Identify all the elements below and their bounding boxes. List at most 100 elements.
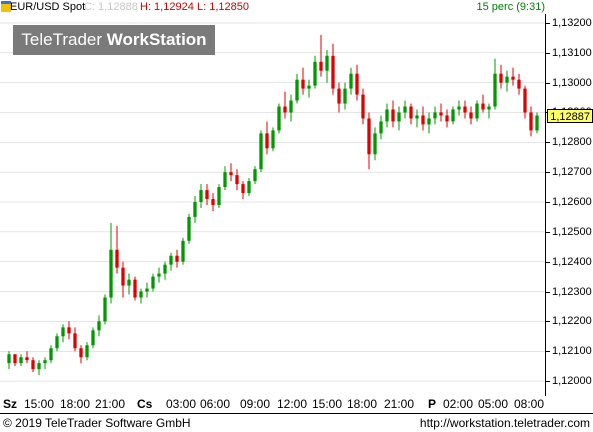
symbol-name[interactable]: EUR/USD Spot [10,0,85,14]
candle-body [385,109,389,122]
candle-body [37,363,41,370]
candle-body [271,130,275,149]
candle [439,103,443,122]
candle-body [25,357,29,361]
candle [421,106,425,131]
candle-body [469,112,473,119]
candle [349,67,353,95]
candle [37,360,41,376]
price-tick [546,52,550,54]
candle-body [511,76,515,80]
price-label: 1,12200 [552,315,592,328]
time-axis-label: 06:00 [200,397,231,411]
time-axis-label: 12:00 [277,397,308,411]
candle-body [427,118,431,125]
candle [271,127,275,152]
candle [7,351,11,370]
price-label: 1,12100 [552,345,592,358]
candle [109,222,113,304]
candle-body [517,79,521,89]
candle [259,130,263,173]
candle-body [277,106,281,131]
candle-body [163,264,167,274]
candle [457,100,461,116]
candle-body [229,172,233,176]
candle [373,127,377,161]
candle-body [373,133,377,155]
chart-plot-area[interactable] [0,14,546,396]
candle [535,112,539,134]
candle-body [349,73,353,89]
candle [511,67,515,86]
time-axis-label: 18:00 [347,397,378,411]
candle [145,282,149,298]
candle-body [457,106,461,110]
candle-body [13,354,17,364]
close-price-label: C: 1,12888 [84,1,138,13]
candle [91,327,95,349]
candle [319,34,323,77]
candle-body [49,348,53,361]
time-axis[interactable]: Sz 15:00 18:00 21:00 Cs 03:00 06:00 09:00 12:00 1… [0,396,546,413]
chart-gridlines [0,22,546,382]
candle-body [31,360,35,370]
candle-body [67,327,71,334]
candle-body [355,73,359,95]
candle-body [151,276,155,289]
candle-body [439,112,443,116]
candle [175,249,179,268]
candle [43,357,47,370]
candle-body [103,297,107,322]
candle-body [73,333,77,349]
candle [187,213,191,244]
candle [115,225,119,274]
time-axis-label: 05:00 [478,397,509,411]
candle [403,100,407,119]
price-label: 1,12500 [552,225,592,238]
candle [307,79,311,98]
candle [25,351,29,364]
period-label[interactable]: 15 perc (9:31) [477,0,545,14]
candle-body [421,115,425,125]
candle [469,106,473,125]
time-axis-label: 21:00 [95,397,126,411]
candle [181,237,185,265]
candle [517,73,521,95]
candle-body [535,115,539,131]
candle-body [43,360,47,364]
candle [253,166,257,185]
candle [463,100,467,119]
candle [13,354,17,367]
candle-body [265,133,269,149]
candle-body [115,249,119,268]
time-axis-day-marker: P [428,397,437,411]
website-link[interactable]: http://workstation.teletrader.com [420,414,590,432]
price-label: 1,12800 [552,136,592,149]
candle [289,94,293,122]
candle-body [409,106,413,119]
candle-body [223,172,227,188]
price-axis[interactable]: 1,132001,131001,130001,129001,128001,127… [546,14,593,396]
candle-body [475,103,479,119]
candle-body [337,88,341,104]
candle-body [169,255,173,265]
price-label: 1,12000 [552,375,592,388]
candle-body [391,109,395,122]
candle-body [7,354,11,364]
chart-window: EUR/USD Spot C: 1,12888 H: 1,12924 L: 1,… [0,0,593,431]
candle-body [55,336,59,349]
candle-body [289,100,293,113]
candlestick-chart[interactable] [0,14,546,396]
candle [19,354,23,367]
price-label: 1,13100 [552,46,592,59]
candle-body [193,202,197,217]
candle-body [301,79,305,89]
candle-body [505,76,509,83]
candle [157,267,161,283]
candle [499,64,503,89]
candle [67,321,71,340]
price-tick [546,321,550,323]
candle-body [307,85,311,89]
candle-body [295,79,299,101]
candle-body [481,103,485,110]
